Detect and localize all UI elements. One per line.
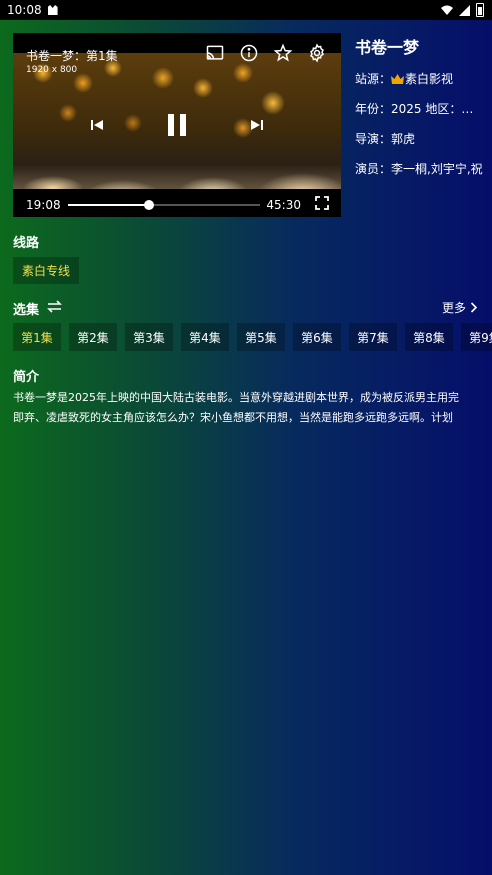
crown-icon bbox=[391, 74, 405, 84]
director-row: 导演：郭虎 bbox=[355, 132, 416, 146]
year-region-row: 年份：2025 地区：中… bbox=[355, 102, 485, 116]
battery-icon bbox=[476, 3, 484, 17]
sort-swap-icon[interactable] bbox=[47, 300, 62, 313]
video-title: 书卷一梦：第1集 bbox=[26, 49, 118, 63]
app-notification-icon bbox=[47, 5, 58, 15]
video-resolution: 1920 x 800 bbox=[26, 65, 78, 75]
episode-chip-3[interactable]: 第3集 bbox=[125, 323, 173, 351]
seek-bar[interactable] bbox=[68, 200, 260, 210]
episode-chip-1[interactable]: 第1集 bbox=[13, 323, 61, 351]
wifi-icon bbox=[441, 5, 453, 15]
episode-chip-5[interactable]: 第5集 bbox=[237, 323, 285, 351]
status-icons bbox=[441, 3, 484, 17]
show-info-panel: 书卷一梦 站源： 素白影视 年份：2025 地区：中… 导演：郭虎 演员：李一桐,… bbox=[355, 34, 485, 190]
current-time: 19:08 bbox=[26, 198, 61, 212]
status-bar: 10:08 bbox=[0, 0, 492, 20]
synopsis-line-1: 书卷一梦是2025年上映的中国大陆古装电影。当意外穿越进剧本世界，成为被反派男主… bbox=[13, 391, 459, 404]
more-label: 更多 bbox=[441, 301, 466, 315]
synopsis-line-2: 即弃、凌虐致死的女主角应该怎么办？宋小鱼想都不用想，当然是能跑多远跑多远啊。计划 bbox=[13, 411, 453, 424]
star-icon[interactable] bbox=[273, 43, 293, 63]
total-time: 45:30 bbox=[266, 198, 301, 212]
player-top-controls bbox=[205, 43, 327, 63]
seek-bar-progress bbox=[68, 204, 149, 206]
routes-heading: 线路 bbox=[13, 236, 40, 251]
episode-chip-8[interactable]: 第8集 bbox=[405, 323, 453, 351]
cast-icon[interactable] bbox=[205, 43, 225, 63]
info-icon[interactable] bbox=[239, 43, 259, 63]
source-label: 站源： bbox=[355, 72, 392, 86]
source-value[interactable]: 素白影视 bbox=[405, 72, 453, 86]
pause-icon[interactable] bbox=[165, 112, 189, 138]
episode-chip-9[interactable]: 第9集 bbox=[461, 323, 492, 351]
show-title: 书卷一梦 bbox=[355, 38, 420, 57]
status-time: 10:08 bbox=[7, 3, 42, 17]
episode-chip-6[interactable]: 第6集 bbox=[293, 323, 341, 351]
episodes-heading: 选集 bbox=[13, 303, 40, 318]
source-row: 站源： 素白影视 bbox=[355, 70, 485, 87]
skip-previous-icon[interactable] bbox=[89, 117, 105, 133]
synopsis-text: 书卷一梦是2025年上映的中国大陆古装电影。当意外穿越进剧本世界，成为被反派男主… bbox=[13, 388, 492, 428]
settings-gear-icon[interactable] bbox=[307, 43, 327, 63]
skip-next-icon[interactable] bbox=[249, 117, 265, 133]
more-episodes-link[interactable]: 更多 bbox=[442, 299, 478, 316]
route-chip[interactable]: 素白专线 bbox=[13, 257, 79, 284]
video-player[interactable]: 书卷一梦：第1集 1920 x 800 19:08 45:30 bbox=[13, 33, 341, 217]
episode-chip-7[interactable]: 第7集 bbox=[349, 323, 397, 351]
episode-chip-4[interactable]: 第4集 bbox=[181, 323, 229, 351]
player-bottom-controls: 19:08 45:30 bbox=[13, 189, 341, 217]
seek-bar-thumb[interactable] bbox=[143, 200, 154, 210]
signal-icon bbox=[459, 4, 470, 16]
chevron-right-icon bbox=[470, 302, 478, 313]
synopsis-heading: 简介 bbox=[13, 370, 40, 385]
fullscreen-icon[interactable] bbox=[315, 196, 329, 210]
actors-row: 演员：李一桐,刘宇宁,祝 bbox=[355, 162, 483, 176]
episode-list: 第1集 第2集 第3集 第4集 第5集 第6集 第7集 第8集 第9集 bbox=[13, 323, 492, 351]
episode-chip-2[interactable]: 第2集 bbox=[69, 323, 117, 351]
